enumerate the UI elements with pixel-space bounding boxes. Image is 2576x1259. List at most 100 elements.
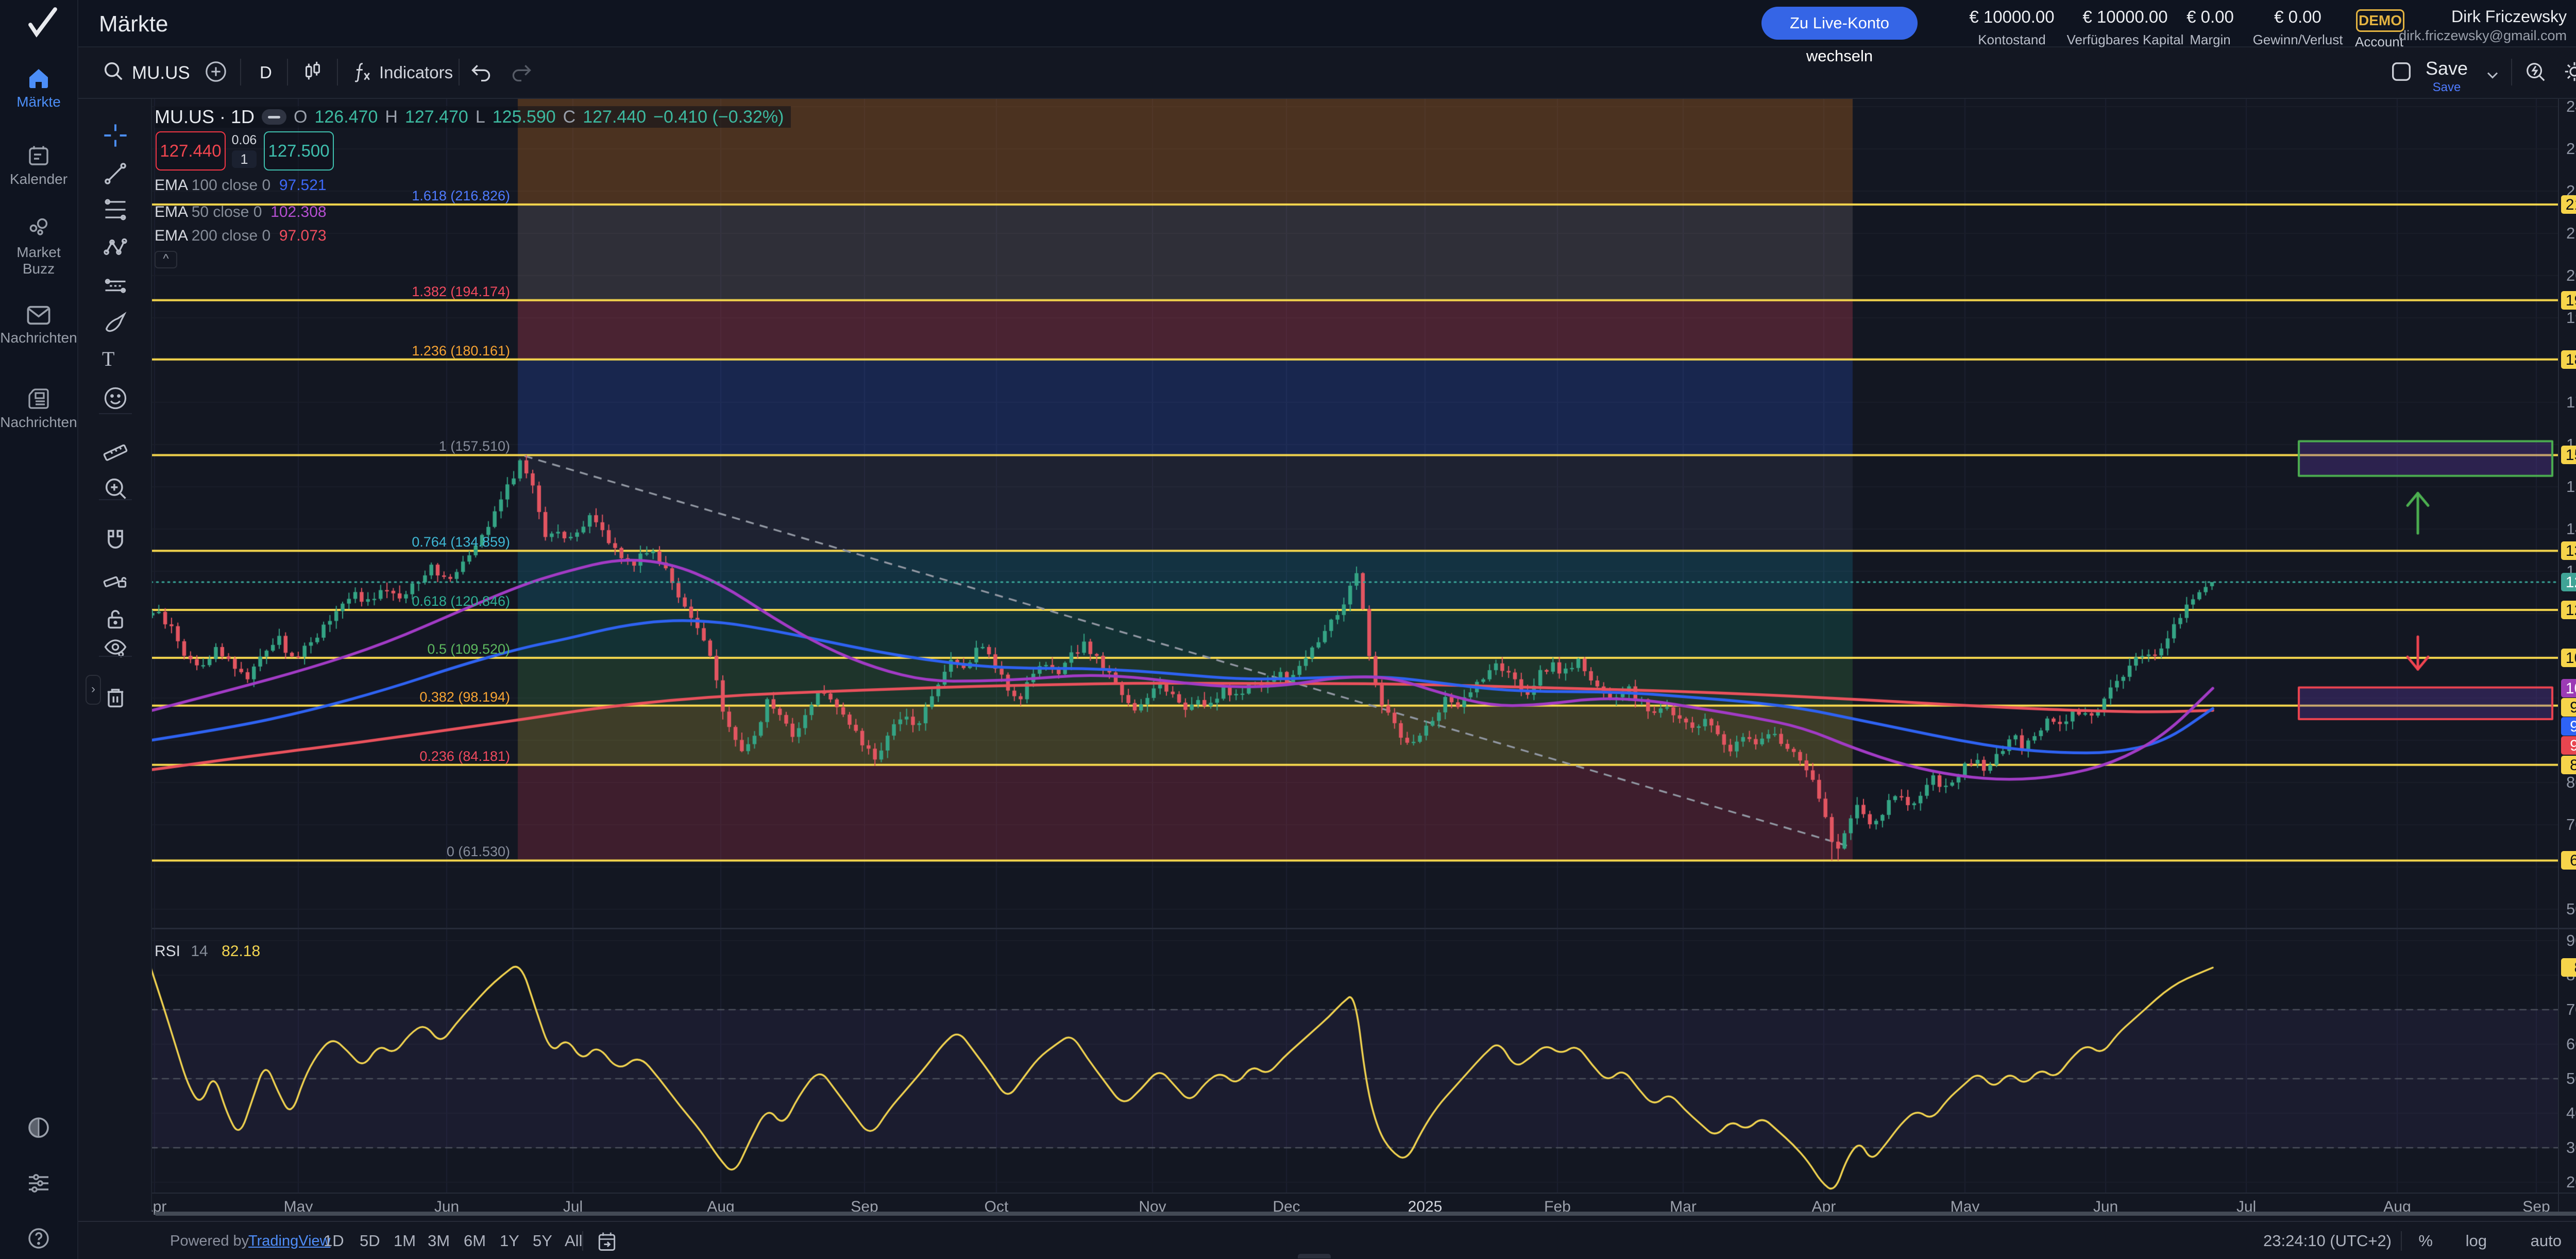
price-axis[interactable]: 240.000230.000220.000210.000200.000190.0… xyxy=(2558,98,2576,1216)
range-button-3m[interactable]: 3M xyxy=(428,1222,450,1259)
long-position-tool[interactable] xyxy=(102,273,129,299)
app-header: Märkte Zu Live-Konto wechseln € 10000.00… xyxy=(0,0,2576,47)
sidebar-item-label: Market Buzz xyxy=(0,244,77,277)
indicator-row-ema-100[interactable]: EMA 100 close 0 97.521 xyxy=(155,177,327,197)
legend-visibility-toggle[interactable] xyxy=(262,109,286,125)
help-button[interactable] xyxy=(0,1226,77,1254)
time-axis-border xyxy=(151,1193,2576,1194)
indicator-value: 97.073 xyxy=(279,227,327,244)
candle-style-icon[interactable] xyxy=(301,60,325,83)
sidebar-item-market-buzz[interactable]: Market Buzz xyxy=(0,216,77,277)
crosshair-icon xyxy=(102,122,129,149)
save-button[interactable]: Save Save xyxy=(2426,58,2468,95)
legend-close-label: C xyxy=(563,107,576,127)
auto-scale-button[interactable]: auto xyxy=(2531,1222,2562,1259)
sidebar-item-label: Kalender xyxy=(0,171,77,188)
fx-icon[interactable] xyxy=(350,61,373,83)
switch-to-live-button[interactable]: Zu Live-Konto wechseln xyxy=(1761,7,1918,40)
price-chart-canvas[interactable] xyxy=(151,98,2558,1216)
price-label-127.440: 127.440 xyxy=(2561,573,2576,591)
symbol-search-icon[interactable] xyxy=(102,60,126,83)
go-to-date-icon[interactable] xyxy=(596,1230,618,1253)
magnet-tool[interactable] xyxy=(102,528,129,554)
add-compare-icon[interactable] xyxy=(204,60,228,83)
indicator-name: EMA xyxy=(155,203,187,220)
page-title: Märkte xyxy=(99,11,168,37)
indicators-button[interactable]: Indicators xyxy=(379,63,453,82)
symbol-button[interactable]: MU.US xyxy=(132,63,190,83)
sliders-button[interactable] xyxy=(0,1172,77,1198)
sidebar-item-nachrichten[interactable]: Nachrichten xyxy=(0,386,77,431)
sidebar-item-label: Nachrichten xyxy=(0,330,77,346)
range-button-5d[interactable]: 5D xyxy=(360,1222,380,1259)
legend-collapse-button[interactable]: ^ xyxy=(155,251,177,268)
range-button-all[interactable]: All xyxy=(565,1222,582,1259)
long-position-icon xyxy=(102,273,129,299)
zoom-in-icon xyxy=(102,475,129,502)
indicator-row-ema-50[interactable]: EMA 50 close 0 102.308 xyxy=(155,203,327,224)
range-button-1d[interactable]: 1D xyxy=(324,1222,344,1259)
sidebar-item-märkte[interactable]: Märkte xyxy=(0,66,77,110)
interval-button[interactable]: D xyxy=(260,63,272,82)
tradingview-link[interactable]: TradingView xyxy=(248,1222,331,1259)
clock[interactable]: 23:24:10 (UTC+2) xyxy=(2263,1222,2392,1259)
bottom-toolbar: Powered by TradingView 23:24:10 (UTC+2) … xyxy=(78,1221,2576,1259)
buy-button[interactable]: 127.500 xyxy=(264,131,334,171)
sell-button[interactable]: 127.440 xyxy=(156,131,226,171)
chart-legend: MU.US · 1D O126.470 H127.470 L125.590 C1… xyxy=(155,106,791,128)
price-label-194.174: 194.174 xyxy=(2561,291,2576,310)
indicator-value: 102.308 xyxy=(270,203,326,220)
rsi-period: 14 xyxy=(191,943,208,960)
remove-drawings-icon xyxy=(102,684,129,711)
layout-icon[interactable] xyxy=(2389,60,2413,83)
ruler-icon xyxy=(102,435,129,462)
brush-tool[interactable] xyxy=(102,309,129,335)
lock-all-icon xyxy=(102,605,129,632)
log-scale-button[interactable]: log xyxy=(2466,1222,2487,1259)
indicator-row-ema-200[interactable]: EMA 200 close 0 97.073 xyxy=(155,227,327,248)
range-button-1y[interactable]: 1Y xyxy=(500,1222,519,1259)
contrast-button[interactable] xyxy=(0,1115,77,1143)
text-tool[interactable]: T xyxy=(102,347,129,373)
xabcd-pattern-tool[interactable] xyxy=(102,234,129,261)
chart-horizontal-scrollbar[interactable] xyxy=(155,1212,2576,1216)
range-button-6m[interactable]: 6M xyxy=(464,1222,486,1259)
sidebar-item-nachrichten[interactable]: Nachrichten xyxy=(0,304,77,346)
save-chevron-icon[interactable] xyxy=(2483,66,2502,84)
fib-level-label: 0.382 (98.194) xyxy=(309,689,510,705)
zoom-in-tool[interactable] xyxy=(102,475,129,502)
stat-balance-value: € 10000.00 xyxy=(1953,7,2071,27)
drawing-toolbar: T› xyxy=(78,99,152,1212)
drawing-mode-tool[interactable] xyxy=(102,566,129,592)
undo-icon[interactable] xyxy=(470,61,493,83)
resize-handle[interactable] xyxy=(1298,1254,1331,1258)
trend-line-tool[interactable] xyxy=(102,160,129,187)
gear-icon[interactable] xyxy=(2563,60,2576,83)
emoji-tool[interactable] xyxy=(102,385,129,412)
lock-all-tool[interactable] xyxy=(102,605,129,632)
remove-drawings-tool[interactable] xyxy=(102,684,129,711)
crosshair-tool[interactable] xyxy=(102,122,129,149)
price-label-61.530: 61.530 xyxy=(2561,851,2576,870)
stat-available-label: Verfügbares Kapital xyxy=(2066,32,2184,48)
expand-toolbar-button[interactable]: › xyxy=(86,675,101,705)
percent-scale-button[interactable]: % xyxy=(2418,1222,2433,1259)
rsi-name: RSI xyxy=(155,943,180,960)
fib-retracement-tool[interactable] xyxy=(102,196,129,223)
brush-icon xyxy=(102,309,129,335)
quick-search-icon[interactable] xyxy=(2523,60,2547,83)
pane-separator[interactable] xyxy=(151,928,2576,929)
help-icon xyxy=(0,1226,77,1251)
ruler-tool[interactable] xyxy=(102,435,129,462)
redo-icon[interactable] xyxy=(510,61,533,83)
range-button-5y[interactable]: 5Y xyxy=(533,1222,552,1259)
range-button-1m[interactable]: 1M xyxy=(394,1222,416,1259)
legend-high-value: 127.470 xyxy=(405,107,468,127)
legend-symbol[interactable]: MU.US · 1D xyxy=(155,106,255,128)
mail-icon xyxy=(0,304,77,327)
app-logo-icon[interactable] xyxy=(24,6,62,40)
sidebar-item-kalender[interactable]: Kalender xyxy=(0,143,77,188)
drawing-mode-icon xyxy=(102,566,129,592)
quantity-field[interactable]: 1 xyxy=(232,150,257,168)
demo-account-badge: DEMO xyxy=(2356,9,2404,32)
